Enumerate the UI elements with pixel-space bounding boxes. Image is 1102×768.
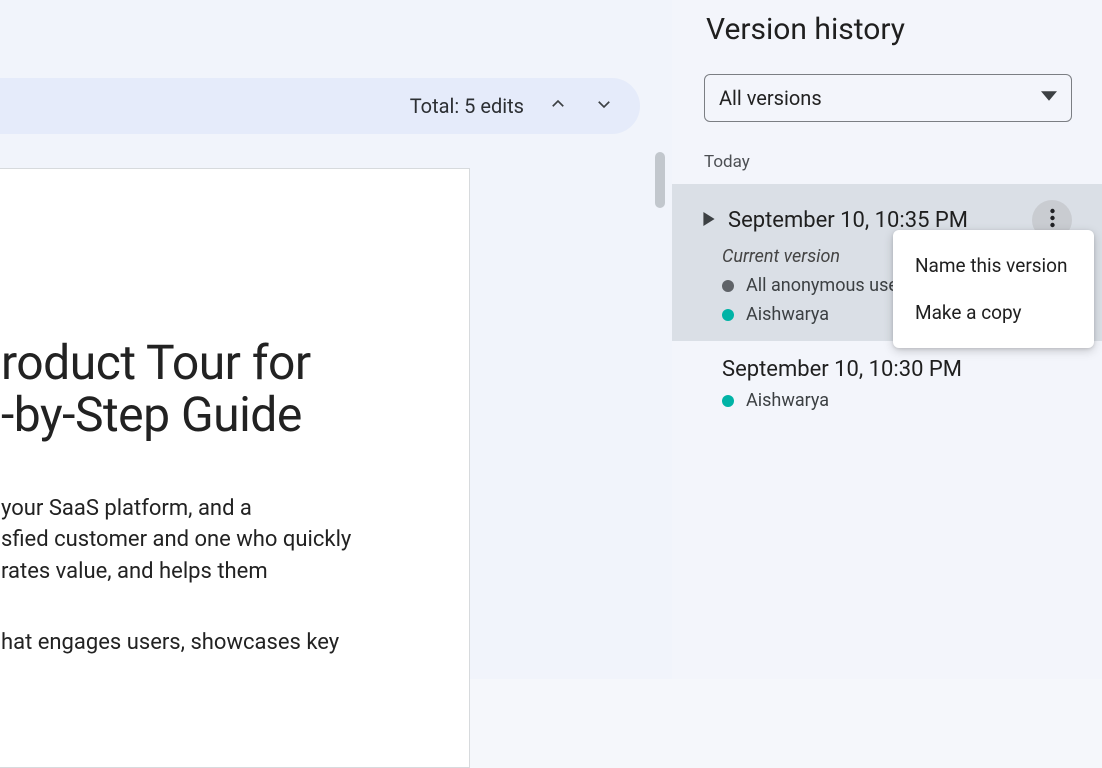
filter-selected-label: All versions: [719, 86, 1041, 110]
edits-count-label: Total: 5 edits: [410, 94, 524, 118]
next-edit-button[interactable]: [586, 88, 622, 124]
version-details: Aishwarya: [722, 390, 1072, 411]
date-group-label: Today: [704, 152, 750, 172]
editor-name: All anonymous users: [746, 275, 913, 296]
scrollbar-thumb[interactable]: [655, 152, 665, 208]
document-title: roduct Tour for -by-Step Guide: [1, 337, 409, 441]
document-page: roduct Tour for -by-Step Guide your SaaS…: [0, 168, 470, 768]
editor-color-dot: [722, 309, 734, 321]
editor-name: Aishwarya: [746, 304, 829, 325]
document-paragraph: your SaaS platform, and a sfied customer…: [1, 493, 409, 587]
panel-title: Version history: [706, 12, 905, 47]
editor-row: Aishwarya: [722, 390, 1072, 411]
menu-item-make-copy[interactable]: Make a copy: [893, 289, 1094, 336]
menu-item-name-version[interactable]: Name this version: [893, 242, 1094, 289]
caret-down-icon: [1041, 88, 1057, 108]
version-filter-dropdown[interactable]: All versions: [704, 74, 1072, 122]
document-area: Total: 5 edits roduct Tour for -by-Step …: [0, 0, 672, 679]
version-header: September 10, 10:30 PM: [722, 357, 1072, 382]
document-paragraph: hat engages users, showcases key: [1, 627, 409, 658]
version-timestamp: September 10, 10:35 PM: [726, 208, 1022, 233]
triangle-right-icon[interactable]: [702, 211, 716, 230]
version-timestamp: September 10, 10:30 PM: [722, 357, 1072, 382]
prev-edit-button[interactable]: [540, 88, 576, 124]
more-vert-icon: [1050, 208, 1055, 232]
editor-color-dot: [722, 395, 734, 407]
version-context-menu: Name this version Make a copy: [893, 230, 1094, 348]
editor-name: Aishwarya: [746, 390, 829, 411]
edits-summary-bar: Total: 5 edits: [0, 78, 640, 134]
editor-color-dot: [722, 280, 734, 292]
version-entry[interactable]: September 10, 10:30 PM Aishwarya: [672, 341, 1102, 427]
chevron-up-icon: [549, 95, 567, 117]
chevron-down-icon: [595, 95, 613, 117]
